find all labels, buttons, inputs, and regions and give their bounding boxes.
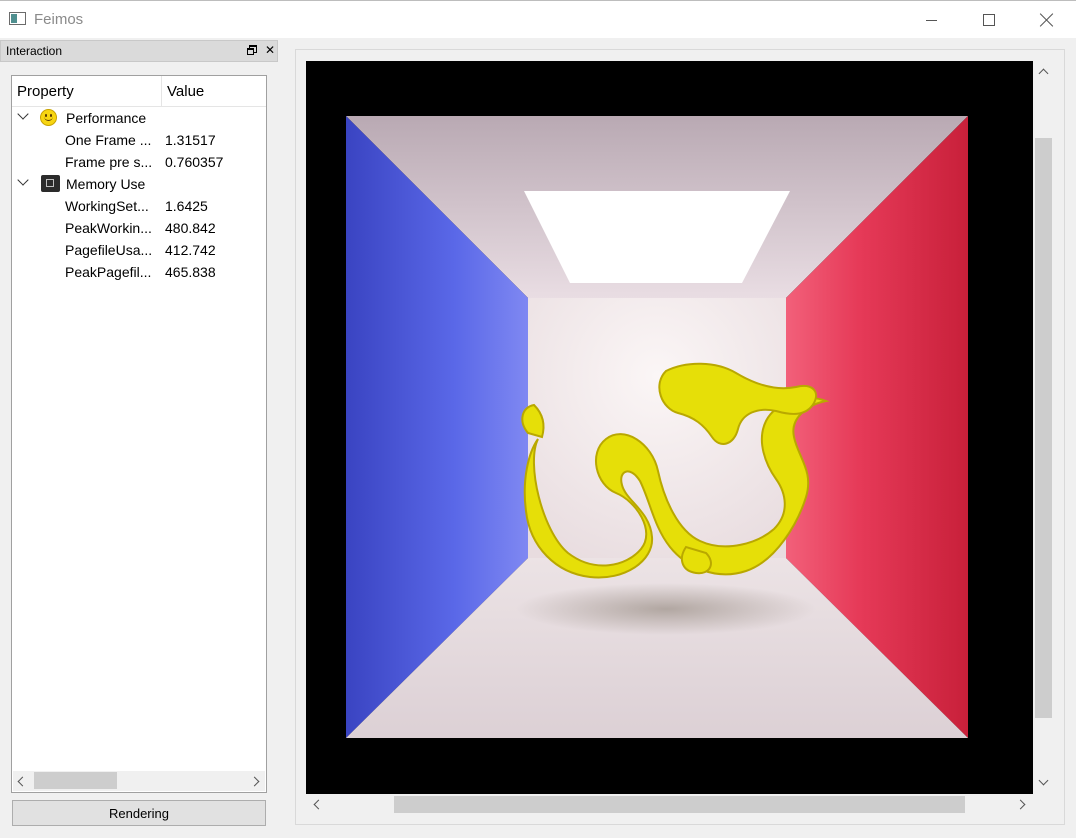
dock-title: Interaction — [6, 44, 63, 58]
property-name: Frame pre s... — [65, 154, 153, 170]
property-tree[interactable]: Property Value Performance One Frame ...… — [11, 75, 267, 793]
value-column-header[interactable]: Value — [167, 83, 204, 100]
tree-group-performance[interactable]: Performance — [12, 107, 266, 129]
render-image[interactable] — [306, 61, 1033, 794]
group-label: Memory Use — [66, 176, 146, 192]
minimize-button[interactable] — [902, 1, 960, 39]
tree-header: Property Value — [12, 76, 266, 107]
scrollbar-thumb[interactable] — [34, 772, 117, 789]
property-value: 412.742 — [165, 242, 216, 258]
memory-chip-icon — [41, 175, 60, 192]
property-name: One Frame ... — [65, 132, 152, 148]
property-column-header[interactable]: Property — [17, 83, 74, 100]
close-button[interactable] — [1018, 1, 1076, 39]
tree-group-memory-use[interactable]: Memory Use — [12, 173, 266, 195]
window-title: Feimos — [34, 11, 84, 28]
render-border-right — [968, 61, 1033, 794]
property-name: WorkingSet... — [65, 198, 149, 214]
scroll-down-icon[interactable] — [1038, 775, 1049, 786]
scroll-right-icon[interactable] — [1015, 799, 1026, 810]
tree-horizontal-scrollbar[interactable] — [13, 771, 265, 791]
chevron-down-icon[interactable] — [17, 108, 29, 120]
tree-row[interactable]: WorkingSet... 1.6425 — [12, 195, 266, 217]
property-value: 0.760357 — [165, 154, 224, 170]
minimize-icon — [925, 19, 937, 21]
tree-row[interactable]: PeakWorkin... 480.842 — [12, 217, 266, 239]
column-divider[interactable] — [161, 76, 162, 106]
property-value: 1.6425 — [165, 198, 208, 214]
property-value: 480.842 — [165, 220, 216, 236]
render-border-top — [306, 61, 1033, 116]
render-border-left — [306, 61, 346, 794]
render-horizontal-scrollbar[interactable] — [306, 794, 1033, 814]
smiley-icon — [40, 109, 57, 126]
scroll-right-icon[interactable] — [249, 776, 260, 787]
title-bar: Feimos — [0, 0, 1076, 38]
app-window-icon — [9, 12, 26, 25]
dock-float-icon[interactable] — [247, 45, 257, 55]
scrollbar-thumb[interactable] — [1035, 138, 1052, 718]
cornell-box-render — [306, 61, 1033, 794]
tree-row[interactable]: Frame pre s... 0.760357 — [12, 151, 266, 173]
property-name: PagefileUsa... — [65, 242, 153, 258]
dock-header: Interaction ✕ — [0, 40, 278, 62]
property-value: 1.31517 — [165, 132, 216, 148]
render-border-bottom — [306, 738, 1033, 794]
maximize-button[interactable] — [960, 1, 1018, 39]
tree-row[interactable]: One Frame ... 1.31517 — [12, 129, 266, 151]
scroll-left-icon[interactable] — [17, 776, 28, 787]
dock-close-icon[interactable]: ✕ — [265, 44, 275, 56]
render-vertical-scrollbar[interactable] — [1033, 61, 1053, 794]
property-name: PeakPagefil... — [65, 264, 152, 280]
scrollbar-thumb[interactable] — [394, 796, 965, 813]
property-value: 465.838 — [165, 264, 216, 280]
scroll-left-icon[interactable] — [313, 799, 324, 810]
maximize-icon — [983, 14, 995, 26]
tree-row[interactable]: PeakPagefil... 465.838 — [12, 261, 266, 283]
tree-row[interactable]: PagefileUsa... 412.742 — [12, 239, 266, 261]
dragon-shadow — [516, 583, 816, 635]
close-icon — [1040, 13, 1054, 27]
scroll-up-icon[interactable] — [1038, 68, 1049, 79]
chevron-down-icon[interactable] — [17, 174, 29, 186]
rendering-button[interactable]: Rendering — [12, 800, 266, 826]
group-label: Performance — [66, 110, 147, 126]
property-name: PeakWorkin... — [65, 220, 152, 236]
